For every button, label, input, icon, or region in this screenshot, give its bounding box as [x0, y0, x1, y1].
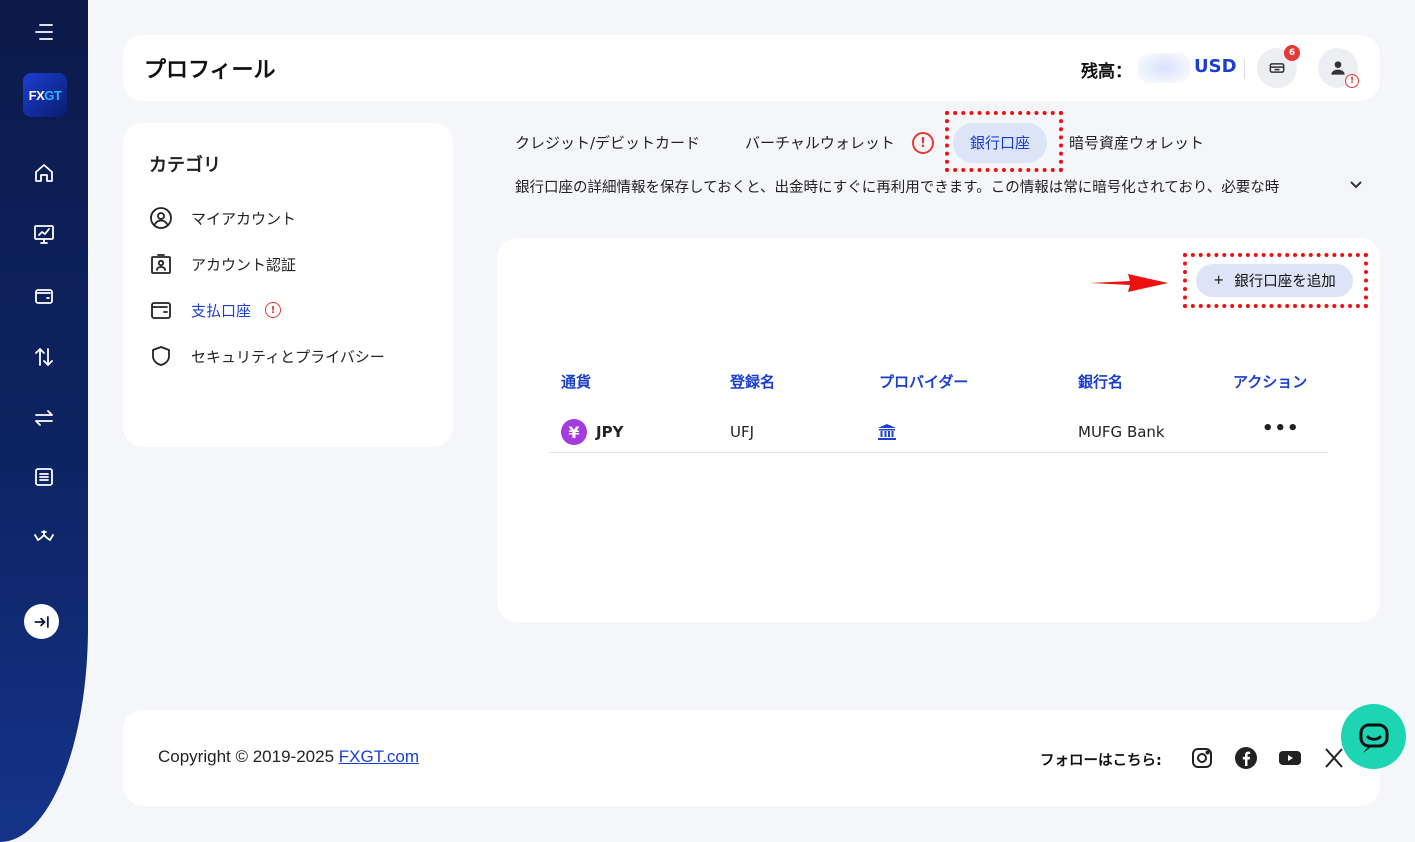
- virtual-wallet-alert-icon: !: [912, 132, 934, 154]
- category-item-label: セキュリティとプライバシー: [191, 347, 385, 366]
- annotation-arrow-icon: [1090, 274, 1168, 292]
- menu-icon[interactable]: [24, 12, 64, 52]
- header-divider: [1244, 59, 1245, 79]
- annotation-box-tab: [945, 111, 1063, 172]
- list-icon[interactable]: [24, 457, 64, 497]
- ticket-button[interactable]: 6: [1257, 45, 1300, 88]
- sidebar: FX GT: [0, 0, 88, 842]
- tab-crypto-wallet[interactable]: 暗号資産ウォレット: [1069, 132, 1204, 154]
- column-header-bank: 銀行名: [1078, 373, 1124, 391]
- id-card-icon: [151, 254, 171, 274]
- wallet-icon[interactable]: [24, 276, 64, 316]
- tab-virtual-wallet[interactable]: バーチャルウォレット: [745, 132, 895, 154]
- plus-icon: +: [1213, 273, 1225, 288]
- transfer-vertical-icon[interactable]: [24, 337, 64, 377]
- column-header-currency: 通貨: [561, 373, 592, 391]
- balance-value-hidden[interactable]: [1138, 53, 1190, 83]
- category-item-verification[interactable]: アカウント認証: [149, 250, 296, 278]
- category-title: カテゴリ: [149, 155, 221, 176]
- profile-button[interactable]: !: [1318, 48, 1359, 88]
- tab-credit-card[interactable]: クレジット/デビットカード: [515, 132, 700, 154]
- shield-icon: [152, 346, 170, 366]
- category-item-label: マイアカウント: [191, 209, 297, 228]
- balance-label: 残高：: [1081, 62, 1132, 82]
- follow-label: フォローはこちら:: [1040, 753, 1162, 769]
- bank-account-description: 銀行口座の詳細情報を保存しておくと、出金時にすぐに再利用できます。この情報は常に…: [515, 180, 1280, 196]
- row-actions-menu[interactable]: •••: [1262, 418, 1300, 439]
- alert-icon: !: [265, 302, 282, 318]
- category-item-payment-accounts[interactable]: 支払口座 !: [149, 296, 282, 324]
- user-circle-icon: [150, 207, 172, 229]
- row-divider: [549, 452, 1328, 453]
- row-registered-name: UFJ: [730, 423, 755, 441]
- column-header-action: アクション: [1233, 373, 1308, 391]
- footer: Copyright © 2019-2025 FXGT.com フォローはこちら:: [123, 710, 1380, 806]
- column-header-name: 登録名: [730, 373, 776, 391]
- category-item-label: 支払口座: [191, 301, 252, 320]
- chat-button[interactable]: [1341, 704, 1406, 769]
- facebook-icon[interactable]: [1234, 746, 1258, 770]
- transfer-horizontal-icon[interactable]: [24, 398, 64, 438]
- add-bank-account-label: 銀行口座を追加: [1234, 274, 1336, 290]
- row-currency: JPY: [596, 423, 624, 441]
- category-item-security[interactable]: セキュリティとプライバシー: [149, 342, 385, 370]
- category-panel: カテゴリ マイアカウント アカウント認証 支払口座 ! セキュリティとプライバシ…: [123, 123, 453, 447]
- chart-icon[interactable]: [24, 214, 64, 254]
- x-icon[interactable]: [1322, 746, 1346, 770]
- column-header-provider: プロバイダー: [879, 373, 969, 391]
- ticket-icon: [1269, 63, 1285, 73]
- copyright: Copyright © 2019-2025 FXGT.com: [158, 747, 420, 766]
- yen-icon: ¥: [561, 419, 587, 445]
- wallet-icon: [151, 302, 171, 319]
- instagram-icon[interactable]: [1190, 746, 1214, 770]
- notification-badge: 6: [1284, 45, 1300, 61]
- page-header: プロフィール 残高： USD 6 !: [123, 35, 1380, 101]
- youtube-icon[interactable]: [1278, 746, 1302, 770]
- category-item-label: アカウント認証: [191, 255, 297, 274]
- bank-icon: [878, 424, 896, 440]
- expand-icon: [33, 615, 49, 628]
- profile-alert-icon: !: [1345, 74, 1359, 88]
- row-bank-name: MUFG Bank: [1078, 423, 1165, 441]
- chevron-down-icon[interactable]: [1348, 177, 1364, 193]
- chat-icon: [1359, 723, 1388, 753]
- fxgt-logo[interactable]: FX GT: [23, 73, 67, 117]
- page-title: プロフィール: [144, 58, 276, 83]
- user-icon: [1331, 61, 1345, 75]
- expand-button[interactable]: [24, 604, 59, 639]
- balance-currency: USD: [1194, 56, 1237, 77]
- home-icon[interactable]: [24, 153, 64, 193]
- fxgt-link[interactable]: FXGT.com: [339, 747, 419, 766]
- category-item-my-account[interactable]: マイアカウント: [149, 204, 296, 232]
- handshake-icon[interactable]: [24, 517, 64, 557]
- add-bank-account-button[interactable]: + 銀行口座を追加: [1196, 264, 1353, 297]
